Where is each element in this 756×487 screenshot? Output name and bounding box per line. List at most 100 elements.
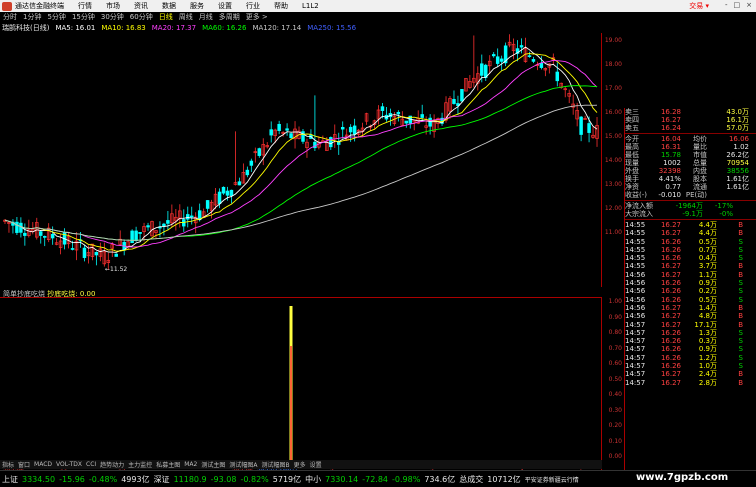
index3-name[interactable]: 中小	[305, 474, 321, 485]
indicator-tab-1[interactable]: 窗口	[18, 460, 30, 469]
indicator-tab-8[interactable]: MA2	[184, 461, 197, 468]
candle	[515, 40, 520, 62]
period-tab-3[interactable]: 15分钟	[72, 12, 95, 22]
ma20-line	[4, 59, 598, 248]
indicator-tab-3[interactable]: VOL-TDX	[56, 461, 82, 468]
indicator-chart[interactable]: 2022/12/09/五2022年11122023年2345	[0, 297, 602, 475]
indicator-tab-5[interactable]: 趋势动力	[100, 460, 124, 469]
tick-time: 14:57	[625, 345, 646, 354]
flow-label: 大宗流入	[625, 210, 653, 218]
period-tab-7[interactable]: 周线	[179, 12, 193, 22]
menu-item-news[interactable]: 资讯	[134, 1, 148, 11]
period-tab-5[interactable]: 60分钟	[130, 12, 153, 22]
index1-name[interactable]: 上证	[2, 474, 18, 485]
tick-price: 16.26	[660, 328, 681, 337]
candle	[404, 120, 409, 128]
period-tab-8[interactable]: 月线	[199, 12, 213, 22]
ask-label: 卖五	[625, 124, 639, 132]
candle	[166, 210, 170, 231]
ask-row[interactable]: 卖三 16.28 43.0万	[625, 108, 756, 116]
menu-item-help[interactable]: 帮助	[274, 1, 288, 11]
tick-row: 14:55 16.27 3.7万 B	[625, 262, 756, 270]
ma5-line	[4, 46, 598, 253]
period-tab-9[interactable]: 多周期	[219, 12, 240, 22]
ask-row[interactable]: 卖五 16.24 57.0万	[625, 124, 756, 132]
period-tab-10[interactable]: 更多 >	[246, 12, 268, 22]
stat-value-2: 26.2亿	[726, 151, 749, 159]
period-tab-0[interactable]: 分时	[3, 12, 17, 22]
low-price-label: ←11.52	[105, 266, 127, 273]
tick-time: 14:56	[625, 287, 646, 296]
stat-label-2: 总量	[693, 159, 707, 167]
indicator-tab-13[interactable]: 设置	[310, 460, 322, 469]
candle	[221, 186, 226, 195]
stat-value: -0.010	[658, 191, 681, 199]
candle	[122, 239, 126, 256]
tick-direction: S	[738, 245, 743, 254]
candlestick-chart[interactable]: ←11.52	[0, 33, 602, 287]
tick-row: 14:56 16.27 4.8万 B	[625, 312, 756, 320]
candle	[102, 242, 107, 267]
period-tab-1[interactable]: 1分钟	[23, 12, 41, 22]
close-button[interactable]: ×	[746, 1, 752, 11]
candle	[313, 95, 317, 151]
candle	[174, 209, 178, 231]
indicator-svg: 2022/12/09/五2022年11122023年2345	[3, 306, 584, 475]
stat-row: 最高 16.31 量比 1.02	[625, 143, 756, 151]
stat-value: 4.41%	[658, 175, 681, 183]
candle	[472, 35, 476, 88]
candle	[126, 239, 130, 251]
candle	[591, 126, 595, 139]
period-tab-4[interactable]: 30分钟	[101, 12, 124, 22]
indicator-tick: 0.60	[608, 360, 622, 367]
tick-row: 14:55 16.27 4.4万 B	[625, 221, 756, 229]
indicator-tab-12[interactable]: 更多	[294, 460, 306, 469]
stat-value: 15.78	[660, 151, 681, 159]
menu-item-data[interactable]: 数据	[162, 1, 176, 11]
price-tick: 14.00	[604, 157, 622, 164]
period-tab-6[interactable]: 日线	[159, 12, 173, 22]
ask-row[interactable]: 卖四 16.27 16.1万	[625, 116, 756, 124]
candle	[595, 116, 599, 147]
candle	[567, 89, 571, 104]
period-tab-2[interactable]: 5分钟	[47, 12, 65, 22]
indicator-tab-7[interactable]: 私募主图	[156, 460, 180, 469]
tick-row: 14:57 16.26 0.3万 S	[625, 337, 756, 345]
index3-chg: -72.84	[362, 474, 389, 484]
price-tick: 17.00	[604, 85, 622, 92]
tick-volume: 0.5万	[698, 295, 717, 304]
ask-volume: 16.1万	[726, 116, 749, 124]
flow-value: -9.1万	[682, 210, 703, 218]
trade-button[interactable]: 交易 ▾	[689, 1, 709, 11]
indicator-tab-9[interactable]: 测试主图	[201, 460, 225, 469]
tick-direction: B	[738, 378, 743, 387]
index3-amt: 734.6亿	[424, 474, 456, 484]
index2-chg: -93.08	[210, 474, 237, 484]
maximize-button[interactable]: □	[734, 1, 741, 11]
stat-value: 32398	[658, 167, 681, 175]
candle	[527, 51, 532, 58]
tick-direction: S	[738, 237, 743, 246]
candle	[468, 75, 472, 89]
candle	[559, 82, 563, 89]
menu-item-service[interactable]: 服务	[190, 1, 204, 11]
candlestick-svg: ←11.52	[3, 34, 599, 273]
indicator-tab-2[interactable]: MACD	[34, 461, 52, 468]
candle	[384, 107, 389, 122]
candle	[74, 232, 79, 261]
indicator-tab-0[interactable]: 指标	[2, 460, 14, 469]
menu-item-settings[interactable]: 设置	[218, 1, 232, 11]
indicator-tab-4[interactable]: CCI	[86, 461, 96, 468]
indicator-tab-6[interactable]: 主力监控	[128, 460, 152, 469]
indicator-tab-10[interactable]: 测试幅图A	[229, 460, 257, 469]
indicator-tab-11[interactable]: 测试幅图B	[261, 460, 289, 469]
tick-volume: 3.7万	[698, 262, 717, 271]
menu-item-industry[interactable]: 行业	[246, 1, 260, 11]
menu-item-quotes[interactable]: 行情	[78, 1, 92, 11]
menu-item-l1l2[interactable]: L1L2	[302, 2, 319, 10]
index2-name[interactable]: 深证	[154, 474, 170, 485]
menu-item-market[interactable]: 市场	[106, 1, 120, 11]
ma10-line	[4, 53, 598, 252]
price-axis: 19.00 18.00 17.00 16.00 15.00 14.00 13.00 12.00…	[602, 33, 624, 473]
minimize-button[interactable]: -	[725, 1, 728, 11]
